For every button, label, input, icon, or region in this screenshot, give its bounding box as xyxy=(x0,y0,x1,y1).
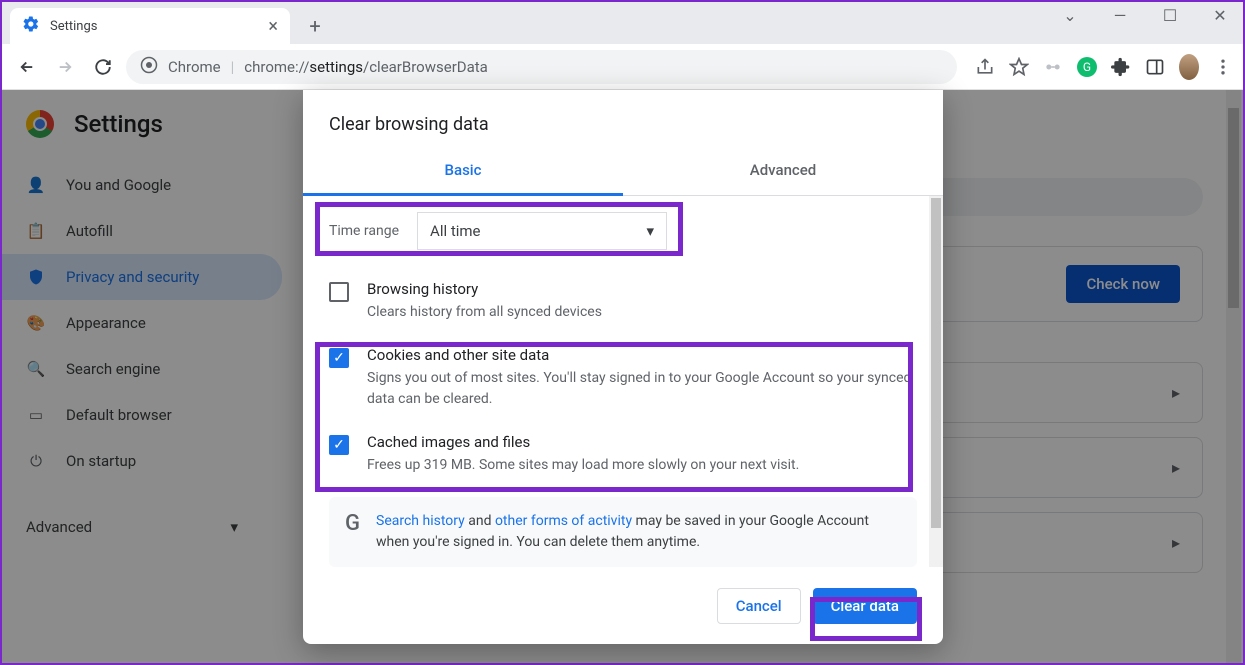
close-window-icon[interactable]: ✕ xyxy=(1205,6,1235,25)
share-icon[interactable] xyxy=(975,57,995,77)
checkbox-cache[interactable]: ✓ xyxy=(329,435,349,455)
url-divider: | xyxy=(231,58,235,76)
checkbox-cookies[interactable]: ✓ xyxy=(329,348,349,368)
tab-title: Settings xyxy=(50,19,97,34)
browser-toolbar: Chrome | chrome://settings/clearBrowserD… xyxy=(2,44,1243,90)
back-button[interactable] xyxy=(12,52,42,82)
extension-icon-1[interactable] xyxy=(1043,57,1063,77)
address-bar[interactable]: Chrome | chrome://settings/clearBrowserD… xyxy=(126,50,957,84)
option-title: Browsing history xyxy=(367,280,602,298)
reload-button[interactable] xyxy=(88,52,118,82)
dialog-tabs: Basic Advanced xyxy=(303,149,943,196)
forward-button[interactable] xyxy=(50,52,80,82)
search-history-link[interactable]: Search history xyxy=(376,513,465,529)
dialog-scrollbar[interactable] xyxy=(929,196,943,567)
option-title: Cached images and files xyxy=(367,433,799,451)
cancel-button[interactable]: Cancel xyxy=(717,588,801,624)
kebab-menu-icon[interactable] xyxy=(1213,57,1233,77)
chevron-down-icon[interactable]: ⌄ xyxy=(1055,6,1085,25)
extensions-icon[interactable] xyxy=(1111,57,1131,77)
time-range-label: Time range xyxy=(329,223,399,239)
tab-advanced[interactable]: Advanced xyxy=(623,149,943,196)
tab-basic[interactable]: Basic xyxy=(303,149,623,196)
grammarly-icon[interactable]: G xyxy=(1077,57,1097,77)
toolbar-actions: G xyxy=(975,57,1233,77)
option-cookies[interactable]: ✓ Cookies and other site data Signs you … xyxy=(329,334,917,421)
option-desc: Signs you out of most sites. You'll stay… xyxy=(367,368,917,409)
other-activity-link[interactable]: other forms of activity xyxy=(495,513,632,529)
chevron-down-icon: ▾ xyxy=(647,222,655,240)
tab-strip: Settings × + ⌄ — ☐ ✕ xyxy=(2,2,1243,44)
checkbox-browsing-history[interactable] xyxy=(329,282,349,302)
time-range-row: Time range All time ▾ xyxy=(329,212,917,250)
browser-tab[interactable]: Settings × xyxy=(10,8,290,44)
window-controls: ⌄ — ☐ ✕ xyxy=(1055,6,1235,25)
option-desc: Clears history from all synced devices xyxy=(367,302,602,322)
time-range-select[interactable]: All time ▾ xyxy=(417,212,667,250)
url-prefix: Chrome xyxy=(168,58,221,76)
minimize-icon[interactable]: — xyxy=(1105,6,1135,25)
url-text: chrome://settings/clearBrowserData xyxy=(244,58,488,76)
new-tab-button[interactable]: + xyxy=(300,11,330,41)
chrome-badge-icon xyxy=(140,56,158,78)
google-account-notice: G Search history and other forms of acti… xyxy=(329,497,917,567)
close-tab-icon[interactable]: × xyxy=(268,16,278,37)
clear-data-button[interactable]: Clear data xyxy=(813,588,917,624)
option-cache[interactable]: ✓ Cached images and files Frees up 319 M… xyxy=(329,421,917,487)
google-g-icon: G xyxy=(345,511,360,536)
clear-browsing-data-dialog: Clear browsing data Basic Advanced Time … xyxy=(303,90,943,644)
star-icon[interactable] xyxy=(1009,57,1029,77)
gear-icon xyxy=(22,15,40,37)
maximize-icon[interactable]: ☐ xyxy=(1155,6,1185,25)
sidepanel-icon[interactable] xyxy=(1145,57,1165,77)
profile-avatar[interactable] xyxy=(1179,57,1199,77)
notice-text: Search history and other forms of activi… xyxy=(376,511,901,553)
option-title: Cookies and other site data xyxy=(367,346,917,364)
dialog-title: Clear browsing data xyxy=(303,90,943,149)
option-browsing-history[interactable]: Browsing history Clears history from all… xyxy=(329,268,917,334)
option-desc: Frees up 319 MB. Some sites may load mor… xyxy=(367,455,799,475)
dialog-actions: Cancel Clear data xyxy=(303,567,943,644)
time-range-value: All time xyxy=(430,222,480,240)
